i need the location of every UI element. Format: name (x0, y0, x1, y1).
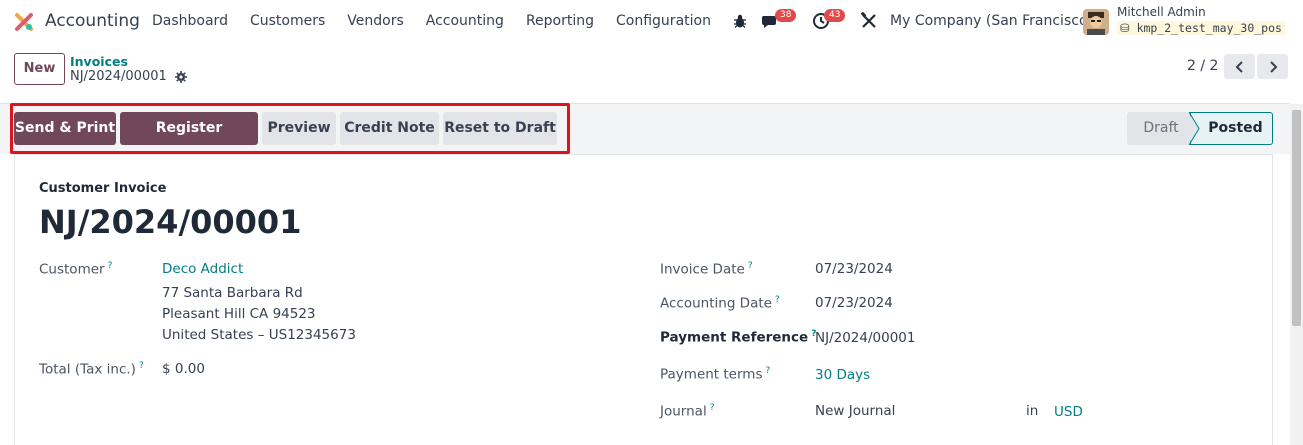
payment-reference-label: Payment Reference? (660, 329, 816, 346)
status-posted[interactable]: Posted (1190, 112, 1273, 145)
menu-customers[interactable]: Customers (250, 13, 325, 29)
help-icon[interactable]: ? (139, 361, 144, 371)
company-switcher[interactable]: My Company (San Francisco) (890, 13, 1093, 29)
breadcrumb-current: NJ/2024/00001 (70, 69, 167, 84)
payment-terms-label-text: Payment terms (660, 366, 763, 383)
payment-terms-value[interactable]: 30 Days (815, 367, 870, 383)
accounting-date-label-text: Accounting Date (660, 295, 772, 312)
help-icon[interactable]: ? (108, 261, 113, 271)
avatar-image-icon (1083, 9, 1109, 35)
pager-previous-button[interactable] (1224, 54, 1255, 79)
payment-terms-label: Payment terms? (660, 366, 770, 383)
app-name[interactable]: Accounting (45, 11, 140, 31)
currency-in-label: in (1026, 403, 1039, 419)
status-arrow-icon (1188, 112, 1200, 145)
total-label: Total (Tax inc.)? (39, 361, 144, 378)
customer-label: Customer? (39, 261, 112, 278)
currency-value[interactable]: USD (1054, 404, 1083, 420)
journal-label-text: Journal (660, 403, 707, 420)
status-draft[interactable]: Draft (1127, 112, 1195, 145)
journal-value[interactable]: New Journal (815, 403, 895, 419)
address-line2: Pleasant Hill CA 94523 (162, 306, 316, 322)
menu-reporting[interactable]: Reporting (526, 13, 594, 29)
address-line1: 77 Santa Barbara Rd (162, 285, 303, 301)
invoice-number: NJ/2024/00001 (39, 203, 302, 241)
new-button[interactable]: New (14, 53, 65, 85)
journal-label: Journal? (660, 403, 714, 420)
main-menu: Dashboard Customers Vendors Accounting R… (152, 13, 733, 29)
invoice-date-value[interactable]: 07/23/2024 (815, 261, 893, 277)
bug-icon[interactable] (732, 13, 748, 29)
total-label-text: Total (Tax inc.) (39, 361, 136, 378)
accounting-app-icon[interactable] (14, 12, 34, 32)
pager-value[interactable]: 2 / 2 (1187, 58, 1218, 74)
database-name: ⛁ kmp_2_test_may_30_pos (1117, 21, 1285, 35)
menu-vendors[interactable]: Vendors (347, 13, 403, 29)
customer-name[interactable]: Deco Addict (162, 261, 243, 277)
pager-next-button[interactable] (1257, 54, 1288, 79)
payment-reference-label-text: Payment Reference (660, 329, 809, 346)
breadcrumb-invoices[interactable]: Invoices (70, 54, 128, 69)
chevron-right-icon (1269, 60, 1277, 73)
menu-configuration[interactable]: Configuration (616, 13, 711, 29)
customer-label-text: Customer (39, 261, 105, 278)
database-name-text: kmp_2_test_may_30_pos (1136, 21, 1282, 35)
invoice-type: Customer Invoice (39, 181, 167, 196)
address-line3: United States – US12345673 (162, 327, 356, 343)
accounting-date-label: Accounting Date? (660, 295, 780, 312)
tools-icon[interactable] (860, 12, 878, 30)
menu-accounting[interactable]: Accounting (426, 13, 504, 29)
payment-reference-value[interactable]: NJ/2024/00001 (815, 330, 915, 346)
invoice-date-label-text: Invoice Date (660, 261, 745, 278)
help-icon[interactable]: ? (710, 403, 715, 413)
user-avatar[interactable] (1083, 9, 1109, 35)
chat-count-badge: 38 (775, 9, 797, 22)
gear-icon[interactable] (175, 71, 187, 83)
user-name[interactable]: Mitchell Admin (1117, 5, 1206, 19)
menu-dashboard[interactable]: Dashboard (152, 13, 228, 29)
chevron-left-icon (1235, 60, 1243, 73)
scrollbar-thumb[interactable] (1292, 110, 1301, 326)
total-value: $ 0.00 (162, 361, 205, 377)
highlight-box (10, 103, 570, 154)
activity-count-badge: 43 (824, 9, 846, 22)
help-icon[interactable]: ? (775, 295, 780, 305)
invoice-date-label: Invoice Date? (660, 261, 753, 278)
accounting-date-value[interactable]: 07/23/2024 (815, 295, 893, 311)
help-icon[interactable]: ? (766, 366, 771, 376)
top-navbar: Accounting Dashboard Customers Vendors A… (0, 0, 1303, 44)
help-icon[interactable]: ? (748, 261, 753, 271)
